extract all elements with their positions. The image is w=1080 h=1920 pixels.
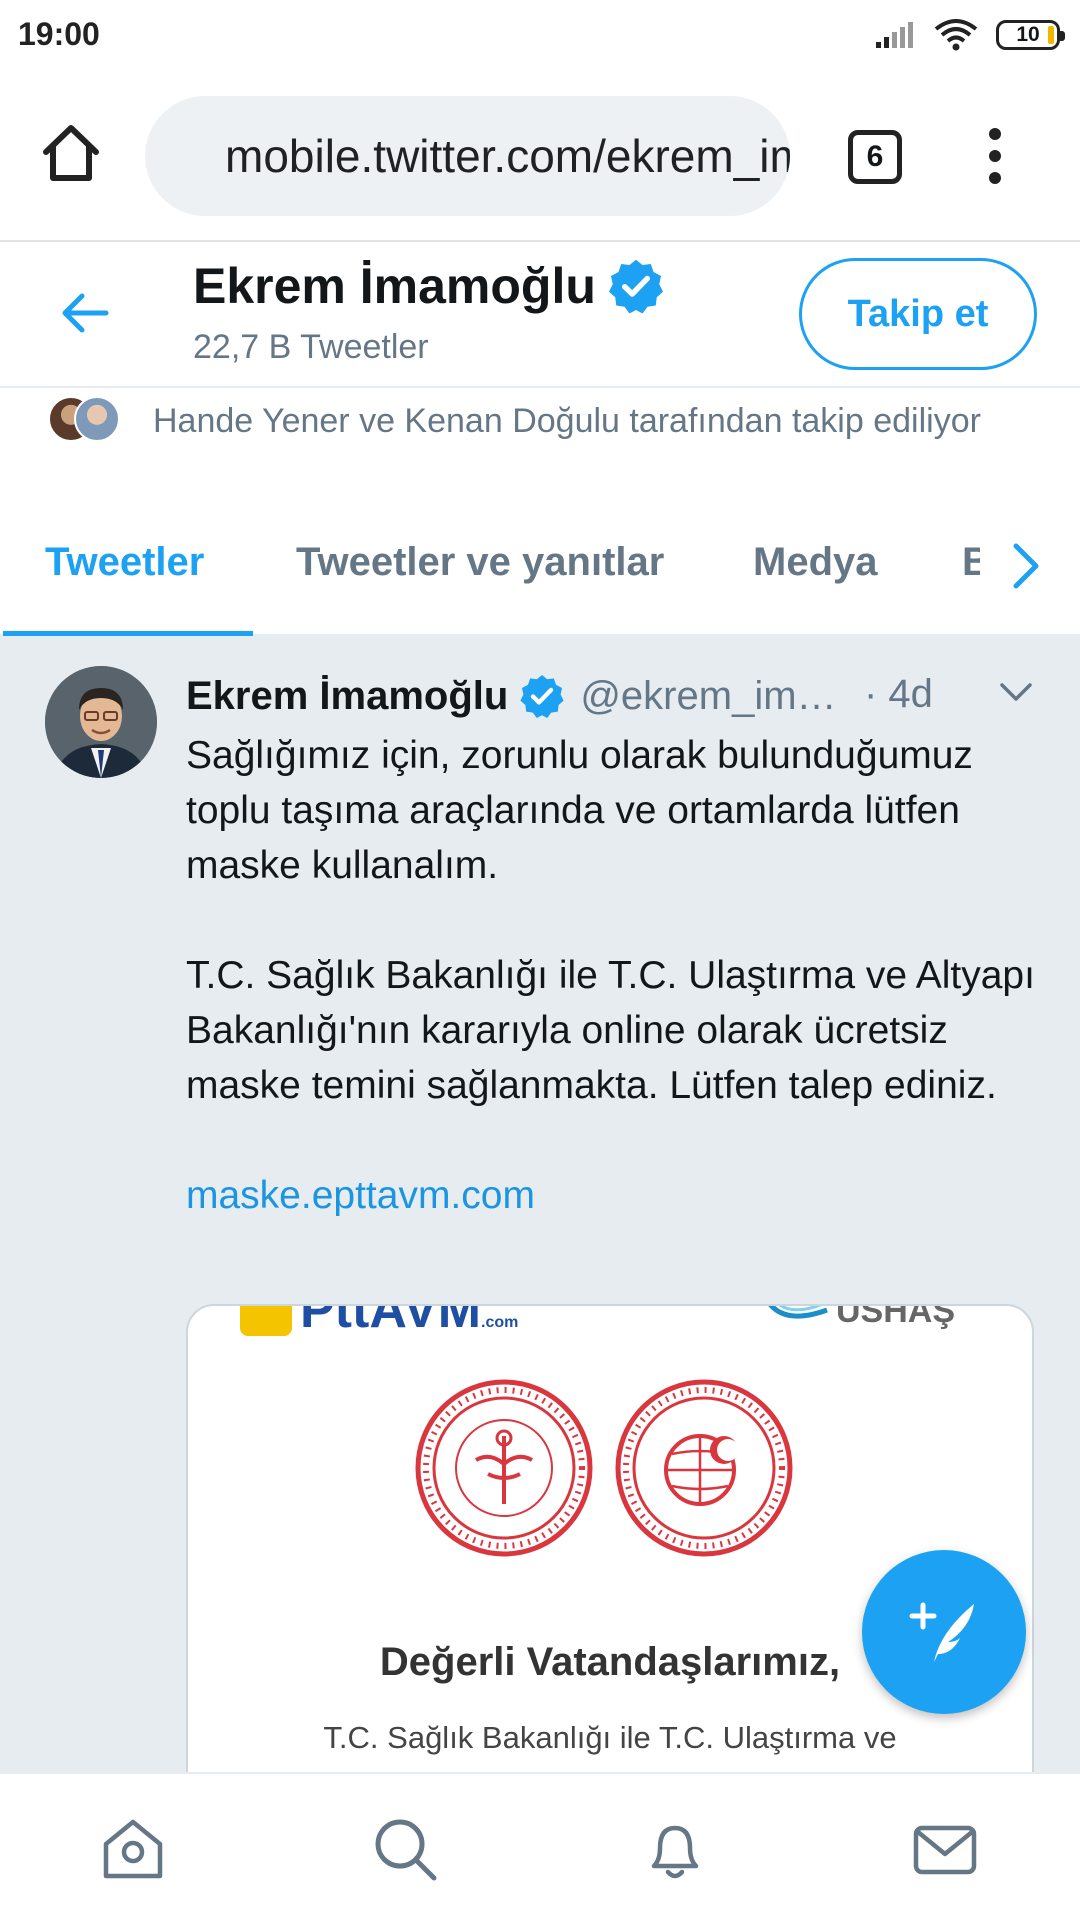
tab-tweets[interactable]: Tweetler [45,540,204,585]
followed-by-row[interactable]: Hande Yener ve Kenan Doğulu tarafından t… [0,390,1080,480]
ushas-logo-icon [768,1306,828,1319]
tweet-paragraph: Sağlığımız için, zorunlu olarak bulunduğ… [186,734,973,887]
signal-icon [876,22,913,48]
wifi-icon [934,19,978,51]
verified-badge-icon [608,259,663,314]
tweet-timestamp[interactable]: · 4d [864,672,933,717]
tweet-paragraph: T.C. Sağlık Bakanlığı ile T.C. Ulaştırma… [186,954,1035,1107]
compose-feather-icon [909,1602,974,1662]
more-vert-icon[interactable] [982,126,1008,186]
transport-ministry-seal-icon [615,1379,793,1557]
battery-icon: 10 [996,20,1065,50]
pttavm-logo-text: PttAVM [300,1304,482,1339]
pttavm-logo: PttAVM.com [300,1304,519,1349]
chevron-down-icon[interactable] [998,680,1034,704]
tab-likes-clip: Beğeni [962,540,980,585]
chevron-right-icon[interactable] [1008,540,1044,592]
verified-badge-icon [520,675,564,718]
tab-likes[interactable]: Beğeni [962,540,980,584]
tweet-count: 22,7 B Tweetler [193,328,429,366]
status-icons: 10 [874,18,1065,52]
profile-name-text: Ekrem İmamoğlu [193,258,596,314]
battery-level: 10 [1016,23,1040,46]
tab-tweets-and-replies[interactable]: Tweetler ve yanıtlar [296,540,664,585]
profile-name: Ekrem İmamoğlu [193,256,666,316]
tweet-link[interactable]: maske.epttavm.com [186,1174,535,1217]
tweet-author-name[interactable]: Ekrem İmamoğlu [186,674,508,719]
messages-nav-icon[interactable] [910,1814,980,1884]
search-nav-icon[interactable] [370,1814,440,1884]
notifications-nav-icon[interactable] [640,1814,710,1884]
tab-media[interactable]: Medya [753,540,878,585]
avatar [74,396,120,442]
tweet-author-handle: @ekrem_im… [580,673,837,718]
status-bar: 19:00 10 [0,0,1080,74]
status-time: 19:00 [18,16,100,52]
profile-header: Ekrem İmamoğlu 22,7 B Tweetler Takip et [0,244,1080,388]
follow-button[interactable]: Takip et [799,258,1037,370]
home-nav-icon[interactable] [98,1814,168,1884]
browser-toolbar: mobile.twitter.com/ekrem_imamoglu 6 [0,74,1080,242]
bottom-navigation [0,1772,1080,1920]
ushas-logo: USHAŞ [836,1304,956,1330]
card-subtext: T.C. Sağlık Bakanlığı ile T.C. Ulaştırma… [323,1720,897,1755]
health-ministry-seal-icon [415,1379,593,1557]
pttavm-logo-icon [240,1306,292,1336]
pttavm-logo-suffix: .com [481,1314,519,1331]
tab-switcher-button[interactable]: 6 [848,130,902,184]
followed-by-text: Hande Yener ve Kenan Doğulu tarafından t… [153,402,981,440]
home-icon[interactable] [36,118,106,188]
tweet-avatar[interactable] [45,666,157,778]
profile-tabs: Tweetler Tweetler ve yanıtlar Medya Beğe… [0,510,1080,636]
back-arrow-icon[interactable] [60,288,110,338]
tweet-header: Ekrem İmamoğlu @ekrem_im… · 4d [186,666,1046,726]
compose-tweet-button[interactable] [862,1550,1026,1714]
url-bar[interactable]: mobile.twitter.com/ekrem_imamoglu [145,96,790,216]
url-text: mobile.twitter.com/ekrem_imamoglu [225,130,790,182]
tweet-body: Sağlığımız için, zorunlu olarak bulunduğ… [186,728,1046,1223]
followed-by-avatars [48,396,128,446]
